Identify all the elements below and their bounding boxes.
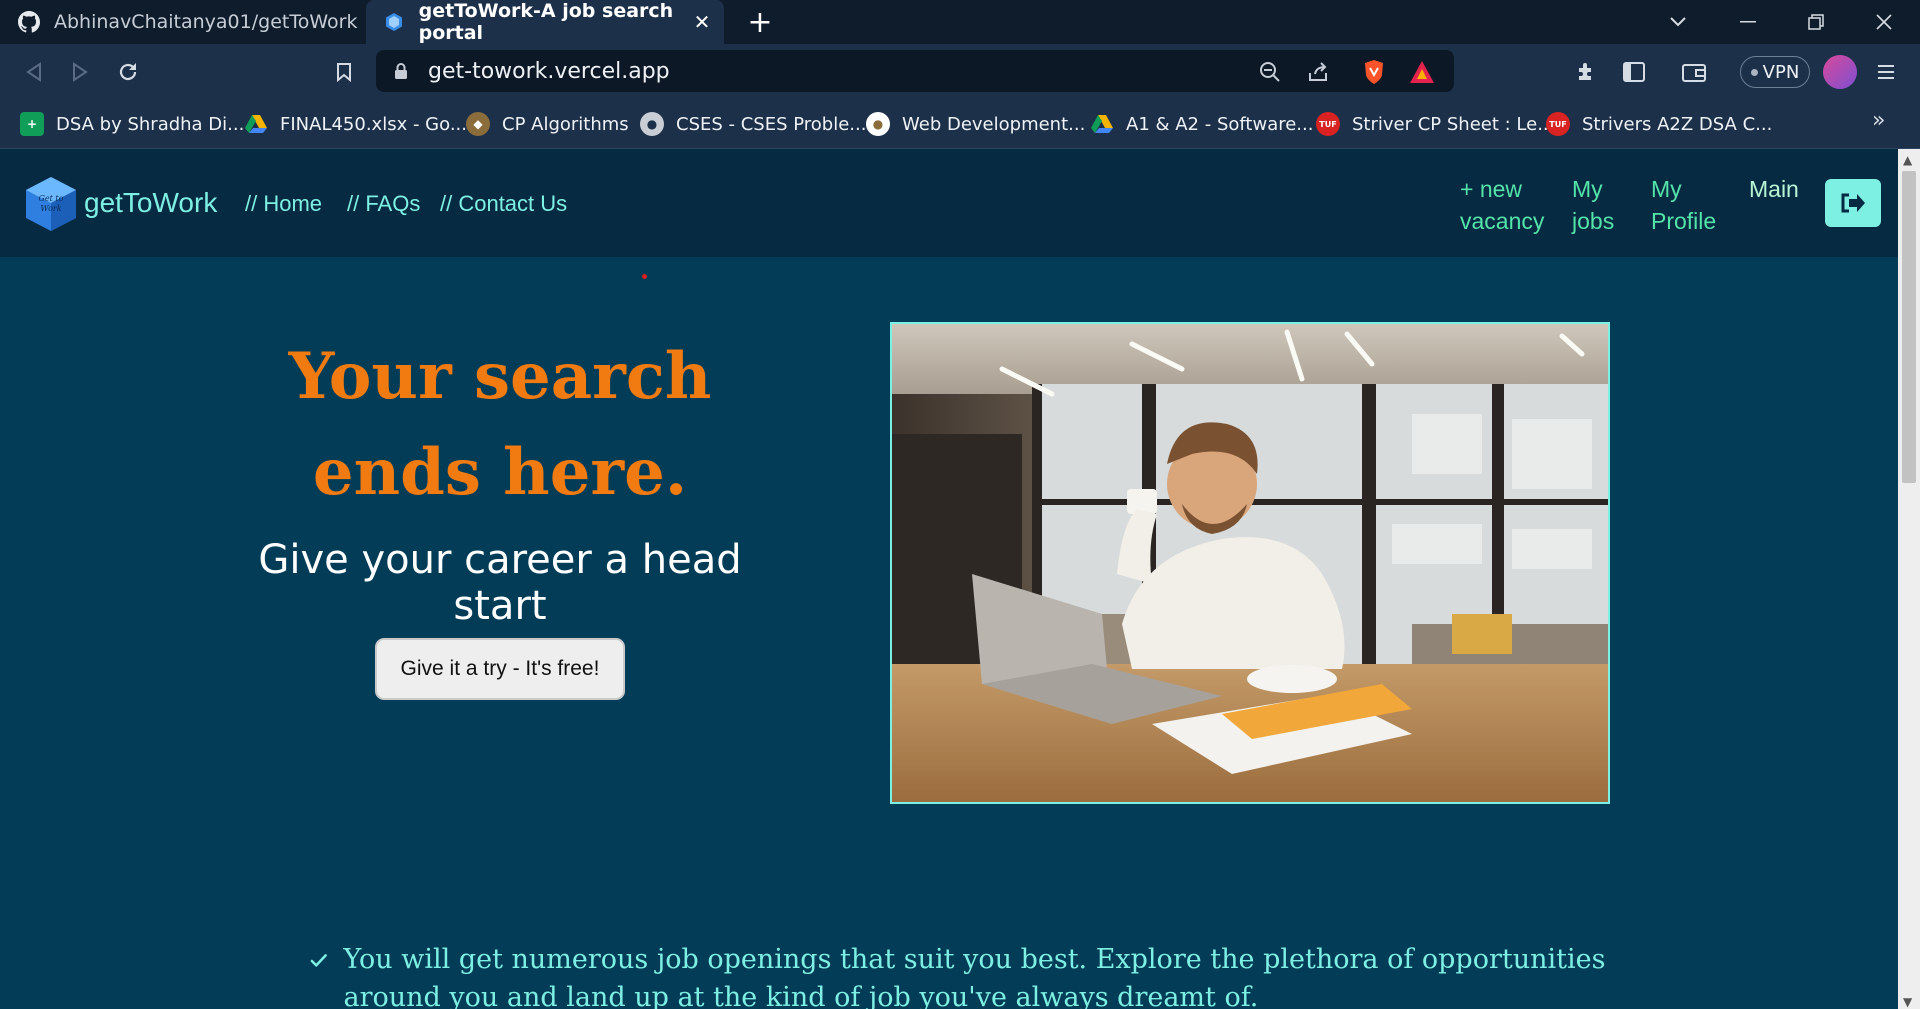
nav-home-link[interactable]: // Home xyxy=(245,191,322,217)
wallet-icon[interactable] xyxy=(1676,54,1712,90)
url-bar[interactable]: get-towork.vercel.app xyxy=(376,50,1454,92)
web-page: Get to Work getToWork // Home // FAQs //… xyxy=(0,149,1898,1009)
browser-tab[interactable]: AbhinavChaitanya01/getToWork xyxy=(0,0,360,44)
close-tab-icon[interactable]: ✕ xyxy=(690,10,714,34)
my-profile-line2: Profile xyxy=(1651,208,1717,234)
bookmark-item[interactable]: ● CSES - CSES Proble... xyxy=(640,110,866,138)
bookmark-item[interactable]: TUF Strivers A2Z DSA C... xyxy=(1546,110,1772,138)
browser-tab-active[interactable]: getToWork-A job search portal ✕ xyxy=(366,0,724,44)
logout-icon xyxy=(1841,193,1865,213)
tuf-icon: TUF xyxy=(1546,112,1570,136)
site-navbar: Get to Work getToWork // Home // FAQs //… xyxy=(0,149,1898,257)
main-link[interactable]: Main xyxy=(1749,173,1799,205)
nav-faqs-link[interactable]: // FAQs xyxy=(347,191,420,217)
github-icon xyxy=(18,11,40,33)
page-scrollbar[interactable]: ▲ ▼ xyxy=(1898,149,1920,1009)
feature-text: You will get numerous job openings that … xyxy=(343,944,1606,1009)
gettowork-favicon xyxy=(384,11,405,33)
sidebar-icon[interactable] xyxy=(1616,54,1652,90)
drive-icon xyxy=(244,112,268,136)
my-jobs-link[interactable]: My jobs xyxy=(1572,173,1614,237)
tab-title: AbhinavChaitanya01/getToWork xyxy=(54,11,358,33)
gettowork-logo[interactable]: Get to Work xyxy=(24,175,78,233)
new-tab-button[interactable]: + xyxy=(744,5,776,40)
more-bookmarks-icon[interactable]: » xyxy=(1872,108,1885,133)
brand-name[interactable]: getToWork xyxy=(84,187,217,219)
bookmark-label: DSA by Shradha Di... xyxy=(56,113,245,135)
bookmark-label: Striver CP Sheet : Le... xyxy=(1352,113,1555,135)
new-vacancy-link[interactable]: + new vacancy xyxy=(1460,173,1544,237)
bookmark-item[interactable]: + DSA by Shradha Di... xyxy=(20,110,244,138)
scrollbar-thumb[interactable] xyxy=(1902,171,1916,483)
new-vacancy-line1: + new xyxy=(1460,176,1523,202)
my-jobs-line1: My xyxy=(1572,176,1603,202)
scroll-down-icon[interactable]: ▼ xyxy=(1903,995,1912,1009)
svg-text:Get to: Get to xyxy=(39,194,64,203)
tuf-icon: TUF xyxy=(1316,112,1340,136)
bookmark-label: FINAL450.xlsx - Go... xyxy=(280,113,467,135)
extensions-icon[interactable] xyxy=(1568,54,1604,90)
profile-avatar[interactable] xyxy=(1823,55,1857,89)
brave-rewards-icon[interactable] xyxy=(1408,58,1436,86)
vpn-button[interactable]: VPN xyxy=(1740,56,1810,88)
web-dev-icon: ● xyxy=(866,112,890,136)
vpn-label: VPN xyxy=(1762,61,1800,83)
sheets-icon: + xyxy=(20,112,44,136)
hero-title: Your search ends here. xyxy=(288,339,712,510)
bookmark-item[interactable]: ◆ CP Algorithms xyxy=(466,110,629,138)
office-photo xyxy=(892,324,1608,802)
back-icon[interactable] xyxy=(16,54,52,90)
zoom-out-icon[interactable] xyxy=(1256,58,1284,86)
check-icon xyxy=(310,954,327,967)
address-toolbar: get-towork.vercel.app VPN xyxy=(0,44,1920,100)
browser-tab-bar: AbhinavChaitanya01/getToWork getToWork-A… xyxy=(0,0,1920,44)
bookmark-label: Web Development... xyxy=(902,113,1086,135)
bookmark-label: A1 & A2 - Software... xyxy=(1126,113,1314,135)
bookmark-label: CP Algorithms xyxy=(502,113,629,135)
bookmark-label: CSES - CSES Proble... xyxy=(676,113,867,135)
bookmark-icon[interactable] xyxy=(326,54,362,90)
scroll-up-icon[interactable]: ▲ xyxy=(1903,153,1912,167)
reload-icon[interactable] xyxy=(110,54,146,90)
hero-subtitle: Give your career a head start xyxy=(258,537,742,629)
cursor-dot xyxy=(642,274,647,279)
bookmark-item[interactable]: FINAL450.xlsx - Go... xyxy=(244,110,467,138)
bookmarks-bar: + DSA by Shradha Di... FINAL450.xlsx - G… xyxy=(0,100,1920,149)
close-window-icon[interactable] xyxy=(1858,0,1910,44)
lock-icon xyxy=(395,63,407,79)
logout-button[interactable] xyxy=(1825,179,1881,227)
drive-icon xyxy=(1090,112,1114,136)
nav-contact-link[interactable]: // Contact Us xyxy=(440,191,567,217)
my-jobs-line2: jobs xyxy=(1572,208,1615,234)
menu-icon[interactable] xyxy=(1868,54,1904,90)
bookmark-item[interactable]: ● Web Development... xyxy=(866,110,1085,138)
restore-icon[interactable] xyxy=(1790,0,1842,44)
hero-image xyxy=(890,322,1610,804)
new-vacancy-line2: vacancy xyxy=(1460,208,1545,234)
svg-text:Work: Work xyxy=(40,204,61,213)
globe-icon: ● xyxy=(640,112,664,136)
forward-icon[interactable] xyxy=(62,54,98,90)
vpn-status-dot xyxy=(1750,68,1758,76)
tab-search-chevron-icon[interactable] xyxy=(1652,0,1704,44)
tab-title: getToWork-A job search portal xyxy=(418,0,674,44)
my-profile-line1: My xyxy=(1651,176,1682,202)
feature-item: You will get numerous job openings that … xyxy=(310,941,1710,1009)
bookmark-item[interactable]: A1 & A2 - Software... xyxy=(1090,110,1313,138)
minimize-icon[interactable] xyxy=(1722,0,1774,44)
url-text: get-towork.vercel.app xyxy=(428,59,670,84)
my-profile-link[interactable]: My Profile xyxy=(1651,173,1716,237)
bookmark-label: Strivers A2Z DSA C... xyxy=(1582,113,1773,135)
try-free-button[interactable]: Give it a try - It's free! xyxy=(375,638,625,700)
brave-shields-icon[interactable] xyxy=(1360,58,1388,86)
share-icon[interactable] xyxy=(1304,58,1332,86)
cp-algorithms-icon: ◆ xyxy=(466,112,490,136)
bookmark-item[interactable]: TUF Striver CP Sheet : Le... xyxy=(1316,110,1554,138)
